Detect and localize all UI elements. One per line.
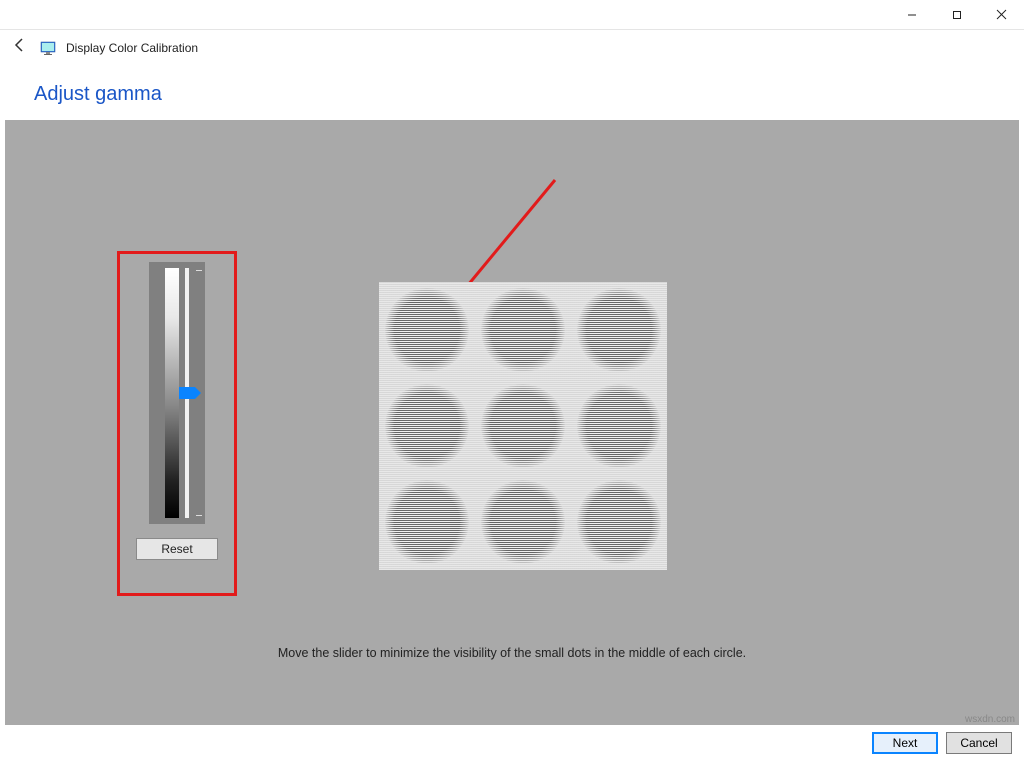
gamma-slider-track[interactable] xyxy=(185,268,189,518)
maximize-button[interactable] xyxy=(934,0,979,29)
close-icon xyxy=(996,9,1007,20)
gamma-circle xyxy=(481,288,565,372)
wizard-footer: Next Cancel xyxy=(0,720,1024,766)
close-button[interactable] xyxy=(979,0,1024,29)
maximize-icon xyxy=(952,10,962,20)
gamma-circle xyxy=(577,384,661,468)
reset-button[interactable]: Reset xyxy=(136,538,218,560)
minimize-icon xyxy=(907,10,917,20)
minimize-button[interactable] xyxy=(889,0,934,29)
gamma-circle xyxy=(385,288,469,372)
gamma-circle xyxy=(577,288,661,372)
back-arrow-icon xyxy=(12,37,28,53)
gamma-slider-thumb[interactable] xyxy=(179,387,195,399)
gamma-circle xyxy=(481,384,565,468)
gamma-circle xyxy=(385,480,469,564)
gamma-circle xyxy=(481,480,565,564)
gamma-slider-highlight: Reset xyxy=(117,251,237,596)
gamma-slider-container xyxy=(149,262,205,524)
window-titlebar xyxy=(0,0,1024,30)
back-button[interactable] xyxy=(10,37,30,58)
gamma-circle xyxy=(385,384,469,468)
cancel-button[interactable]: Cancel xyxy=(946,732,1012,754)
gamma-gradient-strip xyxy=(165,268,179,518)
instruction-text: Move the slider to minimize the visibili… xyxy=(5,646,1019,660)
slider-tick-min xyxy=(196,515,202,516)
slider-tick-max xyxy=(196,270,202,271)
app-title: Display Color Calibration xyxy=(66,41,198,55)
gamma-test-pattern xyxy=(379,282,667,570)
next-button[interactable]: Next xyxy=(872,732,938,754)
gamma-circle xyxy=(577,480,661,564)
app-icon xyxy=(40,40,56,56)
main-content: Reset Move the slider to minimize the vi… xyxy=(5,120,1019,725)
window-header: Display Color Calibration xyxy=(0,30,1024,65)
page-heading: Adjust gamma xyxy=(0,65,1024,120)
